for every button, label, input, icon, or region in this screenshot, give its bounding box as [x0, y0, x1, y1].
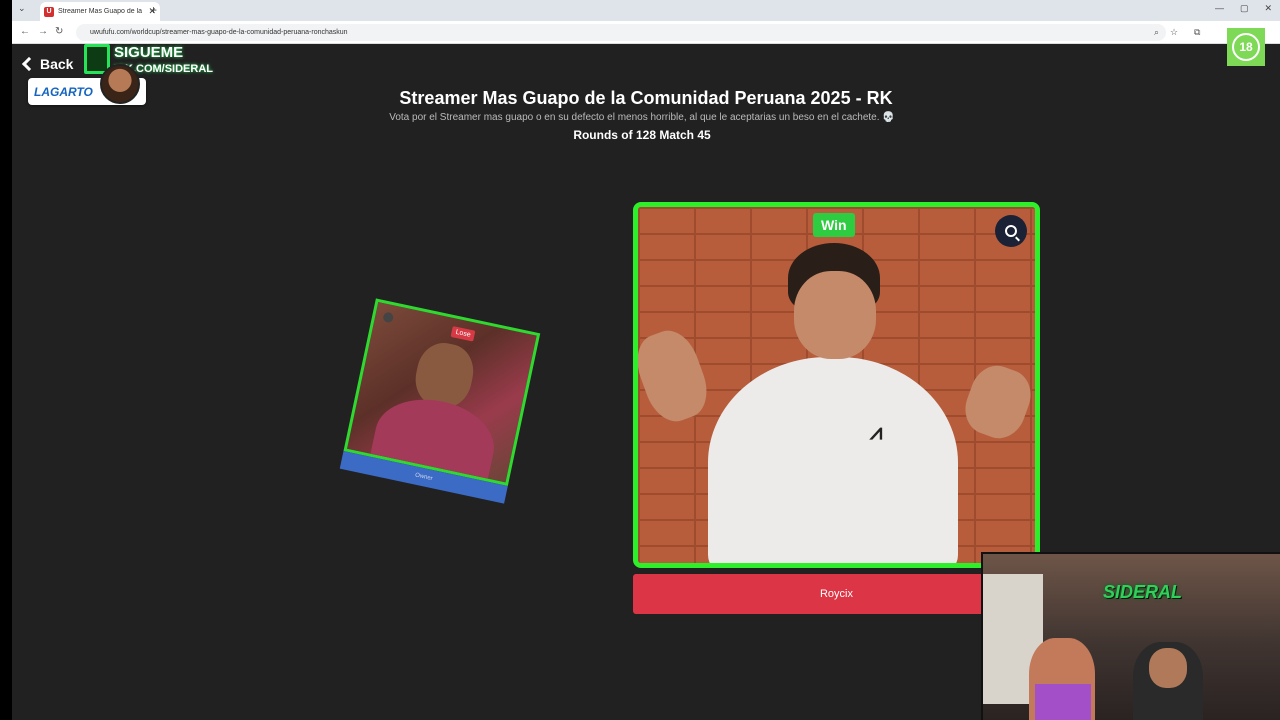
site-favicon-icon: U [44, 6, 54, 17]
winner-card[interactable]: ⩘ Win [633, 202, 1040, 568]
back-label: Back [40, 56, 74, 72]
zoom-in-button[interactable] [995, 215, 1027, 247]
sigueme-text: SIGUEME [114, 44, 184, 61]
cam-person-right-face [1149, 648, 1187, 688]
age-rating-badge: 18 [1227, 28, 1265, 66]
loser-card: Lose Owner [339, 298, 541, 504]
age-rating-icon: 18 [1232, 33, 1260, 61]
minimize-icon[interactable]: — [1215, 3, 1224, 14]
webcam-overlay: SIDERAL [981, 552, 1280, 720]
extensions-icon[interactable]: ⧉ [1194, 27, 1200, 38]
lose-badge: Lose [450, 326, 476, 342]
loser-zoom-icon [382, 311, 395, 324]
round-indicator: Rounds of 128 Match 45 [573, 128, 711, 142]
cam-person-left-top [1035, 684, 1091, 720]
address-bar-row: ← → ↻ uwufufu.com/worldcup/streamer-mas-… [12, 21, 1280, 44]
reload-icon[interactable]: ↻ [55, 26, 63, 37]
winner-body [708, 357, 958, 563]
back-arrow-icon[interactable]: ← [20, 26, 30, 37]
tab-bar: ⌄ U Streamer Mas Guapo de la Comunidad P… [12, 0, 1280, 21]
maximize-icon[interactable]: ▢ [1240, 3, 1249, 14]
new-tab-icon[interactable]: + [150, 3, 157, 17]
winner-name-button[interactable]: Roycix [633, 574, 1040, 614]
forward-arrow-icon[interactable]: → [38, 26, 48, 37]
url-input[interactable]: uwufufu.com/worldcup/streamer-mas-guapo-… [76, 24, 1166, 41]
win-badge: Win [813, 213, 855, 237]
page-subtitle: Vota por el Streamer mas guapo o en su d… [389, 112, 895, 123]
bookmark-star-icon[interactable]: ☆ [1170, 27, 1178, 38]
zoom-in-icon [1005, 225, 1017, 237]
close-window-icon[interactable]: ✕ [1264, 3, 1272, 14]
shirt-logo-icon: ⩘ [870, 419, 883, 444]
back-button[interactable]: Back [21, 56, 74, 72]
browser-tab[interactable]: U Streamer Mas Guapo de la Comunidad Per… [40, 2, 160, 21]
window-controls: — ▢ ✕ [1215, 3, 1272, 14]
chevron-left-icon [21, 56, 37, 72]
page-title: Streamer Mas Guapo de la Comunidad Perua… [399, 88, 893, 108]
tab-title: Streamer Mas Guapo de la Comunidad Perua… [58, 8, 144, 15]
webcam-sign-logo: SIDERAL [1103, 582, 1183, 602]
zoom-indicator-icon[interactable]: ⌕ [1154, 27, 1159, 38]
tab-list-chevron-icon[interactable]: ⌄ [18, 3, 26, 14]
winner-face [794, 271, 876, 359]
